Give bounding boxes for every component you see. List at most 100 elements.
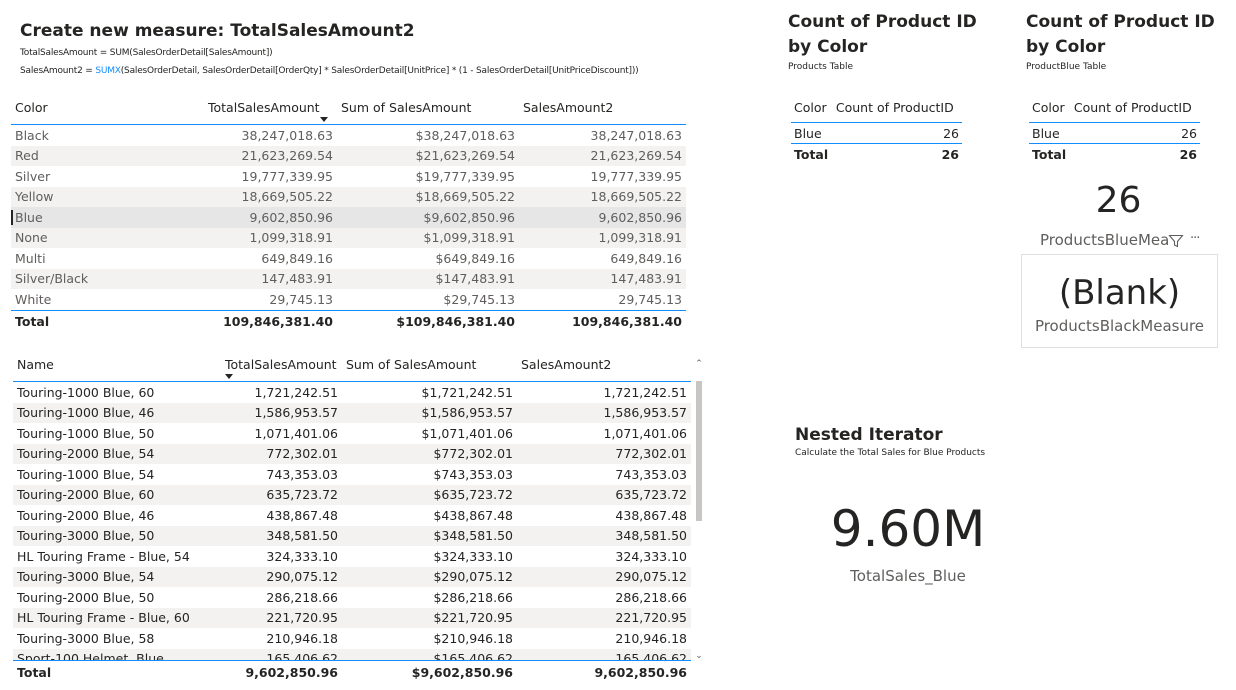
products-black-kpi-card[interactable]: (Blank) ProductsBlackMeasure bbox=[1021, 254, 1218, 348]
column-header-sum-salesamount[interactable]: Sum of SalesAmount bbox=[342, 347, 517, 382]
column-header-totalsalesamount[interactable]: TotalSalesAmount bbox=[221, 347, 342, 382]
table-row[interactable]: Touring-1000 Blue, 50 1,071,401.06 $1,071,… bbox=[13, 423, 691, 444]
cell-value: 21,623,269.54 bbox=[519, 145, 686, 166]
table-row[interactable]: Red 21,623,269.54 $21,623,269.54 21,623,269… bbox=[11, 145, 686, 166]
total-row: Total 109,846,381.40 $109,846,381.40 109,84… bbox=[11, 309, 686, 333]
table-row[interactable]: Multi 649,849.16 $649,849.16 649,849.16 bbox=[11, 248, 686, 269]
cell-value: 9,602,850.96 bbox=[204, 207, 337, 228]
visual-title-line2: by Color bbox=[788, 37, 868, 57]
total-value: $109,846,381.40 bbox=[337, 309, 519, 333]
visual-subtitle: Calculate the Total Sales for Blue Produ… bbox=[795, 448, 986, 458]
scroll-up-icon[interactable]: ⌃ bbox=[694, 359, 704, 369]
cell-color: None bbox=[11, 227, 204, 248]
cell-value: $221,720.95 bbox=[342, 607, 517, 628]
product-name-sales-table: Name TotalSalesAmount Sum of SalesAmount… bbox=[13, 347, 691, 673]
color-sales-table: Color TotalSalesAmount Sum of SalesAmoun… bbox=[11, 90, 686, 333]
total-sales-blue-value: 9.60M bbox=[830, 500, 986, 558]
table-row[interactable]: White 29,745.13 $29,745.13 29,745.13 bbox=[11, 289, 686, 310]
cell-value: 18,669,505.22 bbox=[519, 186, 686, 207]
cell-value: 147,483.91 bbox=[204, 268, 337, 289]
cell-value: 1,721,242.51 bbox=[254, 384, 339, 400]
cell-count: 26 bbox=[1181, 125, 1197, 141]
column-header-color[interactable]: Color bbox=[791, 92, 833, 123]
column-header-count[interactable]: Count of ProductID bbox=[1070, 92, 1200, 123]
cell-name: Touring-3000 Blue, 58 bbox=[17, 630, 155, 646]
total-value: 109,846,381.40 bbox=[519, 309, 686, 333]
cell-value: $210,946.18 bbox=[433, 630, 513, 646]
visual-subtitle: ProductBlue Table bbox=[1026, 62, 1107, 72]
cell-value: $21,623,269.54 bbox=[337, 145, 519, 166]
cell-value: 1,586,953.57 bbox=[221, 402, 342, 423]
table-row[interactable]: Silver/Black 147,483.91 $147,483.91 147,483… bbox=[11, 268, 686, 289]
total-value: 109,846,381.40 bbox=[204, 309, 337, 333]
products-black-kpi-label: ProductsBlackMeasure bbox=[1034, 317, 1205, 335]
table-row[interactable]: HL Touring Frame - Blue, 54 324,333.10 $32… bbox=[13, 546, 691, 567]
nested-iterator-visual: Nested Iterator Calculate the Total Sale… bbox=[795, 425, 985, 458]
cell-value: 210,946.18 bbox=[615, 630, 687, 646]
filter-icon[interactable] bbox=[1168, 233, 1184, 249]
table-row[interactable]: Touring-3000 Blue, 50 348,581.50 $348,581.… bbox=[13, 525, 691, 546]
total-label: Total bbox=[1029, 143, 1071, 164]
total-sales-blue-label: TotalSales_Blue bbox=[850, 567, 966, 585]
table-row[interactable]: Touring-2000 Blue, 50 286,218.66 $286,218.… bbox=[13, 587, 691, 608]
more-options-icon[interactable]: ··· bbox=[1190, 231, 1200, 246]
formula-function: SUMX bbox=[95, 66, 121, 76]
scroll-down-icon[interactable]: ⌄ bbox=[694, 651, 704, 661]
cell-value: 1,586,953.57 bbox=[517, 402, 691, 423]
table-row[interactable]: Touring-1000 Blue, 54 743,353.03 $743,353.… bbox=[13, 464, 691, 485]
column-header-count[interactable]: Count of ProductID bbox=[832, 92, 962, 123]
column-header-totalsalesamount[interactable]: TotalSalesAmount bbox=[204, 90, 337, 125]
column-header-salesamount2[interactable]: SalesAmount2 bbox=[519, 90, 686, 125]
products-blue-kpi-label: ProductsBlueMea bbox=[1040, 231, 1170, 249]
cell-value: 38,247,018.63 bbox=[241, 127, 333, 143]
total-value: $9,602,850.96 bbox=[411, 664, 513, 680]
table-row[interactable]: HL Touring Frame - Blue, 60 221,720.95 $22… bbox=[13, 607, 691, 628]
cell-name: Touring-1000 Blue, 54 bbox=[17, 466, 155, 482]
column-header-color[interactable]: Color bbox=[11, 90, 204, 125]
table-row[interactable]: None 1,099,318.91 $1,099,318.91 1,099,318.9… bbox=[11, 227, 686, 248]
table-row[interactable]: Touring-2000 Blue, 46 438,867.48 $438,867.… bbox=[13, 505, 691, 526]
table-row[interactable]: Touring-3000 Blue, 54 290,075.12 $290,075.… bbox=[13, 566, 691, 587]
cell-name: HL Touring Frame - Blue, 54 bbox=[17, 548, 190, 564]
table-row[interactable]: Blue 9,602,850.96 $9,602,850.96 9,602,850.9… bbox=[11, 207, 686, 228]
cell-value: 290,075.12 bbox=[517, 566, 691, 587]
cell-value: $348,581.50 bbox=[342, 525, 517, 546]
cell-name: Touring-2000 Blue, 60 bbox=[13, 484, 221, 505]
cell-value: 221,720.95 bbox=[517, 607, 691, 628]
table-row[interactable]: Touring-1000 Blue, 46 1,586,953.57 $1,586,… bbox=[13, 402, 691, 423]
page-title: Create new measure: TotalSalesAmount2 bbox=[20, 21, 415, 41]
table-row[interactable]: Silver 19,777,339.95 $19,777,339.95 19,777,… bbox=[11, 166, 686, 187]
cell-value: $1,721,242.51 bbox=[421, 384, 513, 400]
column-header-label: TotalSalesAmount bbox=[208, 99, 320, 115]
column-header-color[interactable]: Color bbox=[1029, 92, 1071, 123]
cell-value: 348,581.50 bbox=[221, 525, 342, 546]
cell-name: Touring-1000 Blue, 50 bbox=[17, 425, 155, 441]
table-row[interactable]: Touring-2000 Blue, 54 772,302.01 $772,302.… bbox=[13, 443, 691, 464]
cell-value: 772,302.01 bbox=[221, 443, 342, 464]
cell-value: 438,867.48 bbox=[266, 507, 338, 523]
table-row[interactable]: Black 38,247,018.63 $38,247,018.63 38,247,0… bbox=[11, 125, 686, 146]
table-row[interactable]: Touring-2000 Blue, 60 635,723.72 $635,723.… bbox=[13, 484, 691, 505]
formula-args: (SalesOrderDetail, SalesOrderDetail[Orde… bbox=[120, 66, 639, 76]
cell-value: 286,218.66 bbox=[615, 589, 687, 605]
products-blue-kpi-value: 26 bbox=[1095, 180, 1142, 221]
cell-value: 1,071,401.06 bbox=[603, 425, 688, 441]
cell-color: Silver/Black bbox=[11, 268, 204, 289]
cell-value: 29,745.13 bbox=[618, 291, 682, 307]
scrollbar-thumb[interactable] bbox=[696, 381, 702, 521]
vertical-scrollbar[interactable]: ⌃ ⌄ bbox=[693, 355, 705, 665]
column-header-sum-salesamount[interactable]: Sum of SalesAmount bbox=[337, 90, 519, 125]
table-row[interactable]: Yellow 18,669,505.22 $18,669,505.22 18,669,… bbox=[11, 186, 686, 207]
column-header-salesamount2[interactable]: SalesAmount2 bbox=[517, 347, 691, 382]
table-row[interactable]: Touring-1000 Blue, 60 1,721,242.51 $1,721,… bbox=[13, 382, 691, 403]
cell-color: White bbox=[15, 291, 52, 307]
name-table-total-row: Total 9,602,850.96 $9,602,850.96 9,602,8… bbox=[13, 660, 691, 683]
cell-color: Blue bbox=[1032, 125, 1060, 141]
table-row[interactable]: Touring-3000 Blue, 58 210,946.18 $210,946.… bbox=[13, 628, 691, 649]
cell-value: $29,745.13 bbox=[443, 291, 515, 307]
cell-value: 9,602,850.96 bbox=[519, 207, 686, 228]
cell-value: 1,721,242.51 bbox=[603, 384, 688, 400]
cell-value: 21,623,269.54 bbox=[204, 145, 337, 166]
cell-value: $38,247,018.63 bbox=[415, 127, 515, 143]
column-header-name[interactable]: Name bbox=[13, 347, 221, 382]
